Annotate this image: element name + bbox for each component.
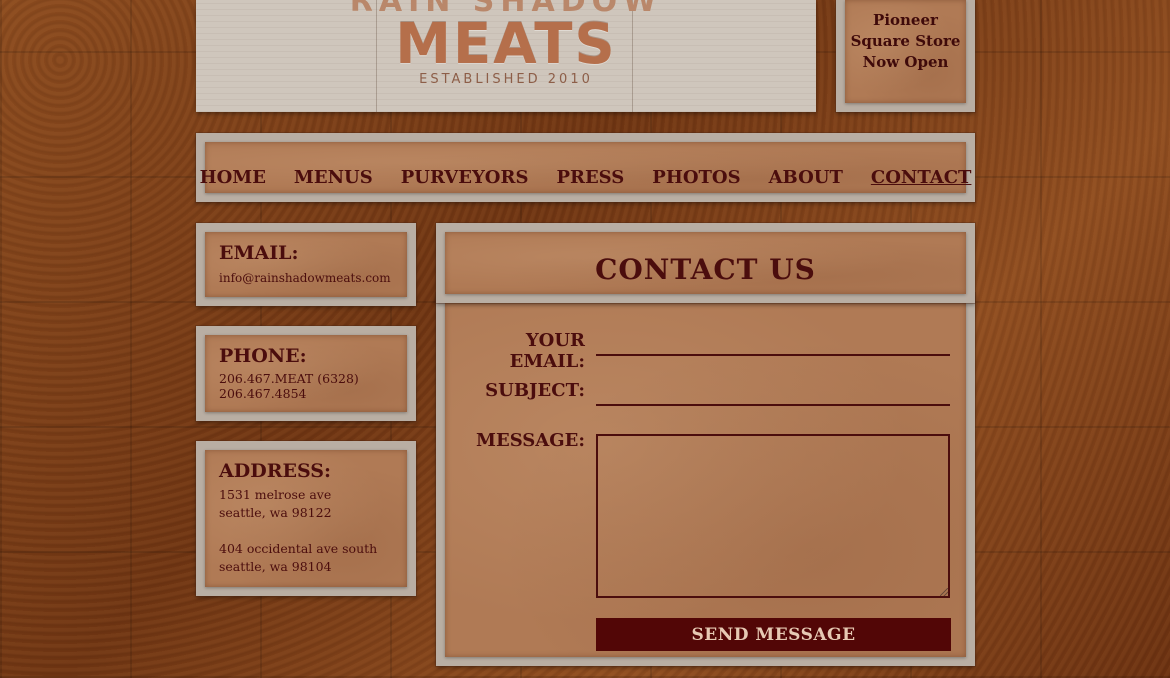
- address-2-street: 404 occidental ave south: [219, 541, 378, 556]
- send-message-button[interactable]: SEND MESSAGE: [596, 618, 951, 651]
- address-1-city: seattle, wa 98122: [219, 505, 332, 520]
- store-notice-line2: Square Store: [850, 32, 961, 50]
- address-info-paper: ADDRESS: 1531 melrose ave seattle, wa 98…: [205, 450, 407, 587]
- contact-form-paper: YOUR EMAIL: SUBJECT: MESSAGE: SEND MESSA…: [445, 302, 966, 657]
- page-title: CONTACT US: [595, 253, 816, 286]
- contact-header-paper: CONTACT US: [445, 232, 966, 294]
- store-notice-line1: Pioneer: [873, 11, 938, 29]
- logo-banner[interactable]: RAIN SHADOW MEATS ESTABLISHED 2010: [196, 0, 816, 112]
- nav-paper: HOME MENUS PURVEYORS PRESS PHOTOS ABOUT …: [200, 142, 972, 193]
- store-notice-text: Pioneer Square Store Now Open: [845, 10, 966, 73]
- phone-number-2: 206.467.4854: [219, 386, 307, 401]
- address-title: ADDRESS:: [219, 460, 332, 482]
- address-info-box: ADDRESS: 1531 melrose ave seattle, wa 98…: [196, 441, 416, 596]
- phone-number-1: 206.467.MEAT (6328): [219, 371, 359, 386]
- nav-item-press[interactable]: PRESS: [556, 167, 624, 188]
- email-address-link[interactable]: info@rainshadowmeats.com: [219, 270, 391, 286]
- resize-grip-icon[interactable]: [940, 588, 948, 596]
- address-1-street: 1531 melrose ave: [219, 487, 332, 502]
- email-title: EMAIL:: [219, 242, 299, 264]
- address-2-city: seattle, wa 98104: [219, 559, 332, 574]
- logo-established: ESTABLISHED 2010: [419, 72, 593, 87]
- nav-item-purveyors[interactable]: PURVEYORS: [401, 167, 529, 188]
- phone-info-box: PHONE: 206.467.MEAT (6328) 206.467.4854: [196, 326, 416, 421]
- contact-form: YOUR EMAIL: SUBJECT: MESSAGE: SEND MESSA…: [436, 293, 975, 666]
- email-field[interactable]: [596, 330, 950, 356]
- nav-item-contact[interactable]: CONTACT: [871, 167, 972, 188]
- email-info-paper: EMAIL: info@rainshadowmeats.com: [205, 232, 407, 297]
- email-info-box: EMAIL: info@rainshadowmeats.com: [196, 223, 416, 306]
- nav-list: HOME MENUS PURVEYORS PRESS PHOTOS ABOUT …: [200, 167, 972, 188]
- contact-header: CONTACT US: [436, 223, 975, 303]
- phone-info-paper: PHONE: 206.467.MEAT (6328) 206.467.4854: [205, 335, 407, 412]
- nav-item-photos[interactable]: PHOTOS: [652, 167, 740, 188]
- main-nav: HOME MENUS PURVEYORS PRESS PHOTOS ABOUT …: [196, 133, 975, 202]
- subject-field-label: SUBJECT:: [485, 380, 585, 401]
- subject-field[interactable]: [596, 380, 950, 406]
- store-notice-paper: Pioneer Square Store Now Open: [845, 0, 966, 103]
- nav-item-about[interactable]: ABOUT: [769, 167, 843, 188]
- store-notice-line3: Now Open: [862, 53, 949, 71]
- logo-name: MEATS: [395, 12, 617, 77]
- phone-title: PHONE:: [219, 345, 307, 367]
- message-field-label: MESSAGE:: [476, 430, 585, 451]
- email-field-label: YOUR EMAIL:: [509, 330, 585, 372]
- message-textarea[interactable]: [596, 434, 950, 598]
- nav-item-menus[interactable]: MENUS: [294, 167, 373, 188]
- store-notice[interactable]: Pioneer Square Store Now Open: [836, 0, 975, 112]
- nav-item-home[interactable]: HOME: [200, 167, 266, 188]
